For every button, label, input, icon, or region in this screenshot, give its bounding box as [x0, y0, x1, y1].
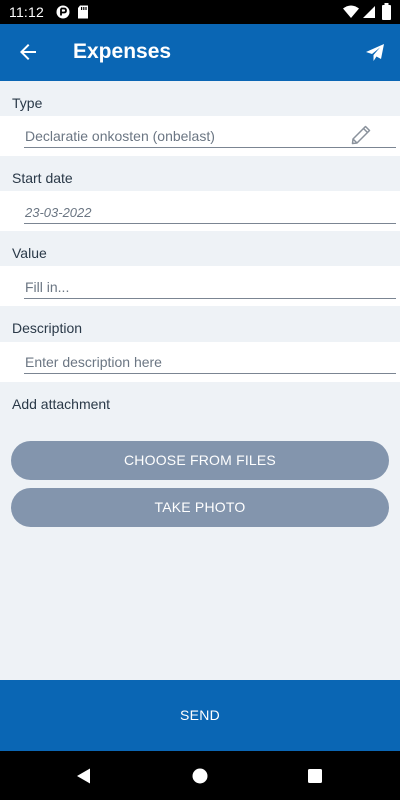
home-circle-icon[interactable] [189, 765, 211, 787]
start-date-field[interactable]: 23-03-2022 [0, 191, 400, 231]
start-date-label: Start date [12, 170, 73, 186]
type-underline [24, 147, 396, 148]
battery-icon [382, 3, 391, 20]
start-date-label-row: Start date [0, 156, 400, 196]
recents-square-icon[interactable] [304, 765, 326, 787]
value-field[interactable]: Fill in... [0, 266, 400, 306]
send-button[interactable]: SEND [0, 680, 400, 751]
system-nav-bar [0, 751, 400, 800]
start-date-underline [24, 223, 396, 224]
back-triangle-icon[interactable] [73, 765, 95, 787]
description-underline [24, 373, 396, 374]
description-field[interactable]: Enter description here [0, 342, 400, 382]
page-title: Expenses [73, 40, 172, 63]
description-label: Description [12, 320, 83, 336]
vpn-key-icon [56, 5, 70, 19]
take-photo-button[interactable]: TAKE PHOTO [11, 488, 389, 527]
value-placeholder: Fill in... [25, 279, 70, 295]
type-field[interactable]: Declaratie onkosten (onbelast) [0, 116, 400, 156]
choose-from-files-button[interactable]: CHOOSE FROM FILES [11, 441, 389, 480]
type-label-row: Type [0, 81, 400, 121]
status-time: 11:12 [9, 4, 44, 20]
type-value: Declaratie onkosten (onbelast) [25, 128, 215, 144]
start-date-value: 23-03-2022 [25, 205, 92, 220]
description-placeholder: Enter description here [25, 354, 162, 370]
attachment-label-row: Add attachment [0, 382, 400, 422]
type-label: Type [12, 95, 43, 111]
paper-plane-icon[interactable] [365, 43, 385, 63]
sd-card-icon [78, 5, 88, 19]
app-bar: Expenses [0, 24, 400, 81]
attachment-label: Add attachment [12, 396, 111, 412]
wifi-icon [343, 5, 359, 18]
value-label: Value [12, 245, 47, 261]
value-label-row: Value [0, 231, 400, 271]
pencil-icon[interactable] [350, 124, 372, 146]
arrow-back-icon[interactable] [16, 40, 40, 64]
signal-icon [363, 6, 375, 18]
value-underline [24, 298, 396, 299]
description-label-row: Description [0, 306, 400, 346]
status-bar: 11:12 [0, 0, 400, 24]
